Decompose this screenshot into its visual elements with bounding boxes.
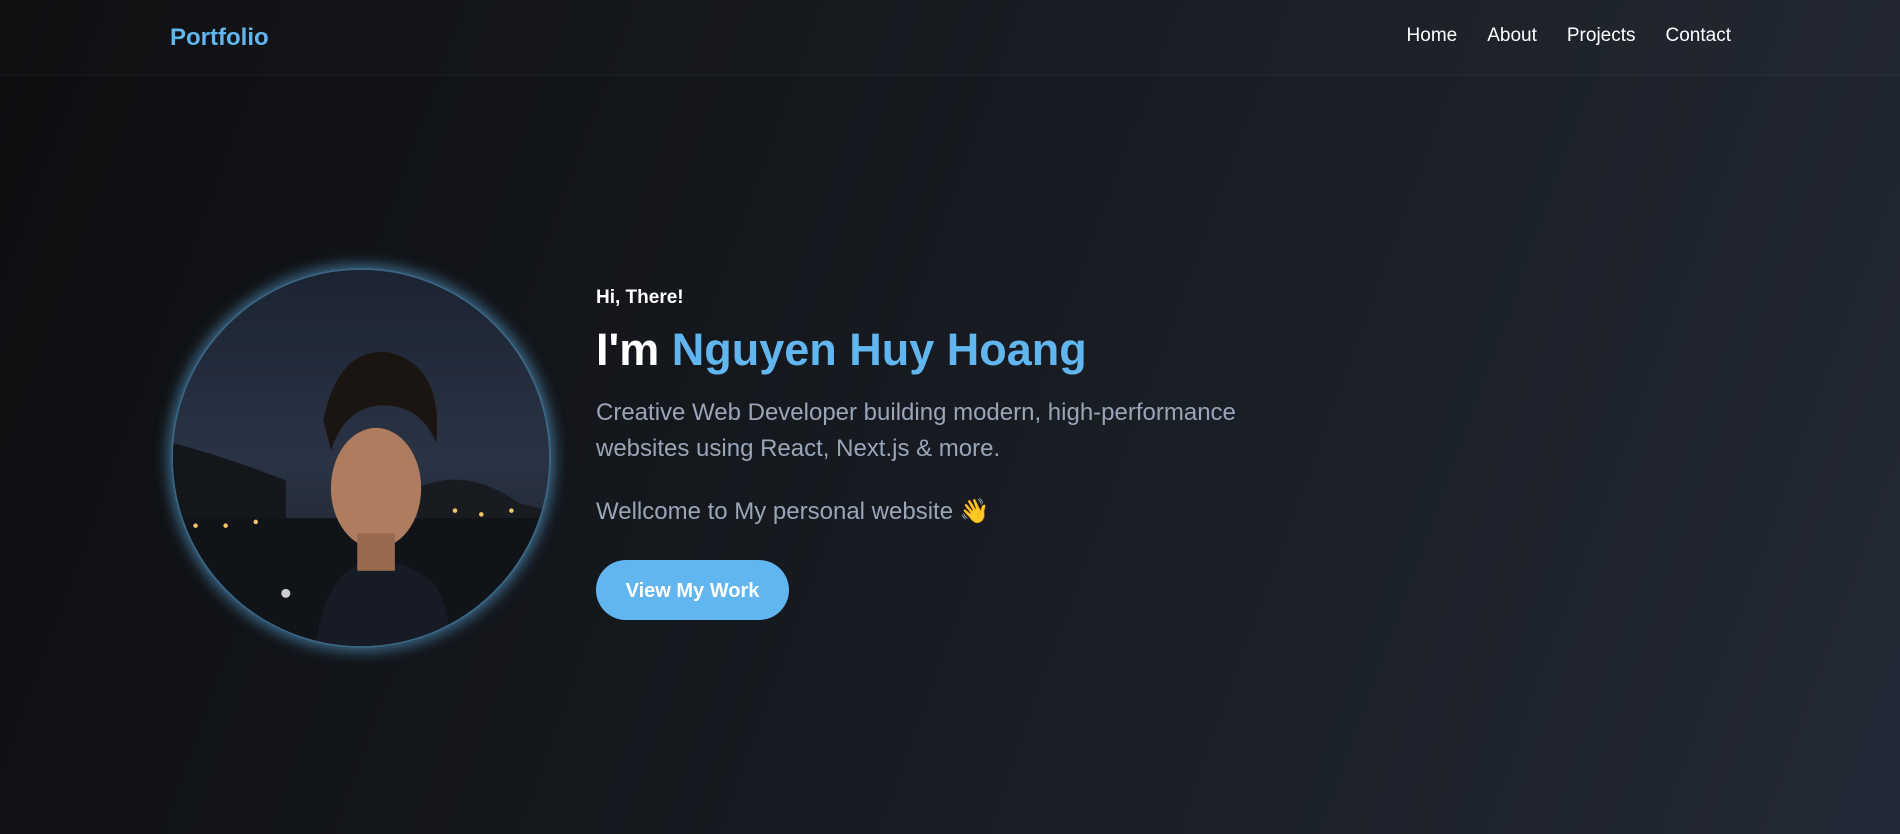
- nav-home[interactable]: Home: [1407, 25, 1458, 47]
- main-nav: Home About Projects Contact: [1407, 25, 1731, 47]
- waving-hand-icon: 👋: [959, 498, 990, 525]
- hero-title: I'm Nguyen Huy Hoang: [596, 323, 1316, 377]
- site-header: Portfolio Home About Projects Contact: [0, 0, 1900, 76]
- hero-description: Creative Web Developer building modern, …: [596, 399, 1236, 462]
- profile-photo: [171, 268, 551, 648]
- welcome-text: Wellcome to My personal website 👋: [596, 497, 1316, 526]
- welcome-label: Wellcome to My personal website: [596, 498, 954, 525]
- view-my-work-button[interactable]: View My Work: [596, 560, 789, 620]
- logo[interactable]: Portfolio: [170, 24, 269, 52]
- nav-contact[interactable]: Contact: [1666, 25, 1731, 47]
- nav-projects[interactable]: Projects: [1567, 25, 1636, 47]
- nav-about[interactable]: About: [1487, 25, 1537, 47]
- hero-content: Hi, There! I'm Nguyen Huy Hoang Creative…: [596, 287, 1316, 620]
- greeting: Hi, There!: [596, 287, 684, 308]
- hero-name: Nguyen Huy Hoang: [671, 324, 1087, 375]
- title-prefix: I'm: [596, 324, 660, 375]
